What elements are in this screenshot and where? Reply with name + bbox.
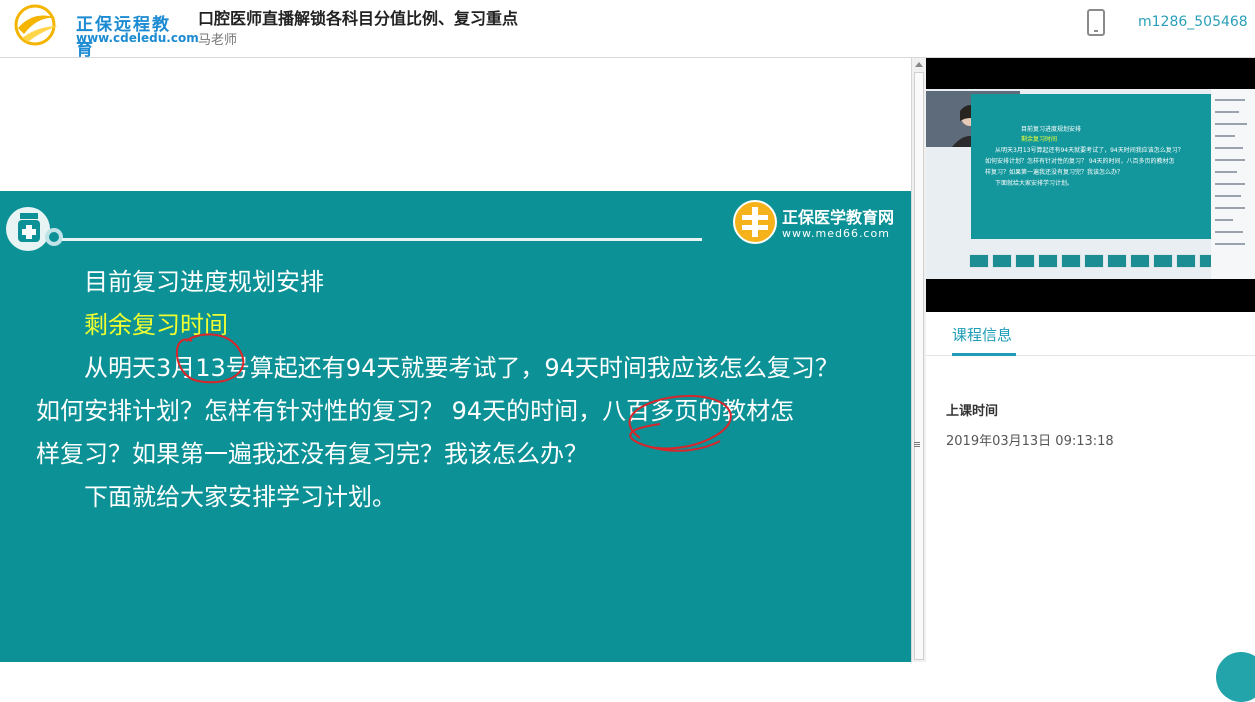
logo-mark-icon (14, 4, 58, 46)
video-player[interactable]: 目前复习进度规划安排 剩余复习时间 从明天3月13号算起还有94天就要考试了，9… (926, 58, 1255, 312)
side-list-item (1215, 159, 1245, 161)
slide-paragraph-line: 样复习？如果第一遍我还没有复习完？我该怎么办？ (36, 440, 588, 468)
slide-brand-url: www.med66.com (782, 227, 890, 240)
mini-slide-line: 从明天3月13号算起还有94天就要考试了，94天时间我应该怎么复习？ (995, 147, 1184, 154)
site-logo[interactable]: 正保远程教育 www.cdeledu.com (14, 4, 199, 60)
slide-thumbnail[interactable] (1038, 254, 1058, 268)
logo-url: www.cdeledu.com (76, 31, 199, 45)
slide-title-divider (62, 238, 702, 241)
slide-brand-name: 正保医学教育网 (782, 208, 895, 227)
top-bar: 正保远程教育 www.cdeledu.com 口腔医师直播解锁各科目分值比例、复… (0, 0, 1255, 60)
side-list-item (1215, 171, 1237, 173)
side-list-item (1215, 231, 1243, 233)
slide-paragraph-line: 下面就给大家安排学习计划。 (84, 483, 396, 511)
side-list-item (1215, 243, 1245, 245)
info-tabs: 课程信息 (926, 312, 1255, 356)
video-screen: 目前复习进度规划安排 剩余复习时间 从明天3月13号算起还有94天就要考试了，9… (926, 89, 1255, 279)
teacher-name: 马老师 (198, 33, 238, 48)
side-list-item (1215, 219, 1233, 221)
side-list-item (1215, 195, 1241, 197)
slide-thumbnail[interactable] (1107, 254, 1127, 268)
side-list-item (1215, 135, 1235, 137)
slide-thumbnail[interactable] (1084, 254, 1104, 268)
lecture-slide: 正保医学教育网 www.med66.com 目前复习进度规划安排 剩余复习时间 … (0, 191, 911, 662)
tab-course-info[interactable]: 课程信息 (952, 324, 1012, 345)
chat-float-button[interactable] (1216, 652, 1255, 702)
slide-paragraph-line: 如何安排计划？怎样有针对性的复习？ 94天的时间，八百多页的教材怎 (36, 397, 795, 425)
mini-slide-line: 剩余复习时间 (1021, 136, 1058, 143)
scroll-grip-icon (914, 442, 920, 443)
side-list-item (1215, 123, 1247, 125)
slide-paragraph-line: 从明天3月13号算起还有94天就要考试了，94天时间我应该怎么复习？ (84, 354, 839, 382)
side-list-item (1215, 183, 1245, 185)
side-list-item (1215, 111, 1239, 113)
main-scrollbar[interactable] (911, 58, 926, 662)
side-list-item (1215, 99, 1245, 101)
mini-slide-line: 目前复习进度规划安排 (1021, 126, 1082, 133)
medicine-bottle-icon (6, 207, 63, 251)
med66-logo-icon (733, 200, 777, 244)
user-id[interactable]: m1286_505468 (1138, 14, 1248, 30)
class-time-label: 上课时间 (946, 404, 999, 419)
mobile-phone-icon[interactable] (1087, 9, 1105, 36)
class-time-value: 2019年03月13日 09:13:18 (946, 434, 1114, 449)
mini-slide-line: 如何安排计划？怎样有针对性的复习？ 94天的时间，八百多页的教材怎 (985, 158, 1175, 165)
slide-thumbnail[interactable] (969, 254, 989, 268)
slide-highlight: 剩余复习时间 (84, 311, 228, 339)
mini-slide-line: 样复习？如果第一遍我还没有复习完？我该怎么办？ (985, 169, 1124, 176)
slide-thumbnail[interactable] (1015, 254, 1035, 268)
right-panel: 目前复习进度规划安排 剩余复习时间 从明天3月13号算起还有94天就要考试了，9… (926, 58, 1255, 702)
slide-thumbnail[interactable] (1176, 254, 1196, 268)
side-list-item (1215, 147, 1243, 149)
slide-brand-logo: 正保医学教育网 www.med66.com (732, 199, 902, 249)
mini-slide-line: 下面就给大家安排学习计划。 (995, 180, 1074, 187)
slide-thumbnail[interactable] (1153, 254, 1173, 268)
course-title: 口腔医师直播解锁各科目分值比例、复习重点 (198, 9, 519, 28)
side-list-item (1215, 207, 1245, 209)
slide-thumbnail[interactable] (1061, 254, 1081, 268)
slide-thumbnail-strip[interactable] (969, 254, 1249, 268)
video-slide-preview: 目前复习进度规划安排 剩余复习时间 从明天3月13号算起还有94天就要考试了，9… (971, 94, 1211, 239)
video-side-list (1211, 89, 1255, 279)
slide-thumbnail[interactable] (1130, 254, 1150, 268)
slide-heading: 目前复习进度规划安排 (84, 268, 324, 296)
scroll-thumb[interactable] (914, 72, 924, 660)
active-tab-indicator (952, 353, 1016, 356)
slide-thumbnail[interactable] (992, 254, 1012, 268)
scroll-up-arrow-icon[interactable] (915, 62, 923, 67)
lecture-viewer: 正保医学教育网 www.med66.com 目前复习进度规划安排 剩余复习时间 … (0, 58, 911, 662)
